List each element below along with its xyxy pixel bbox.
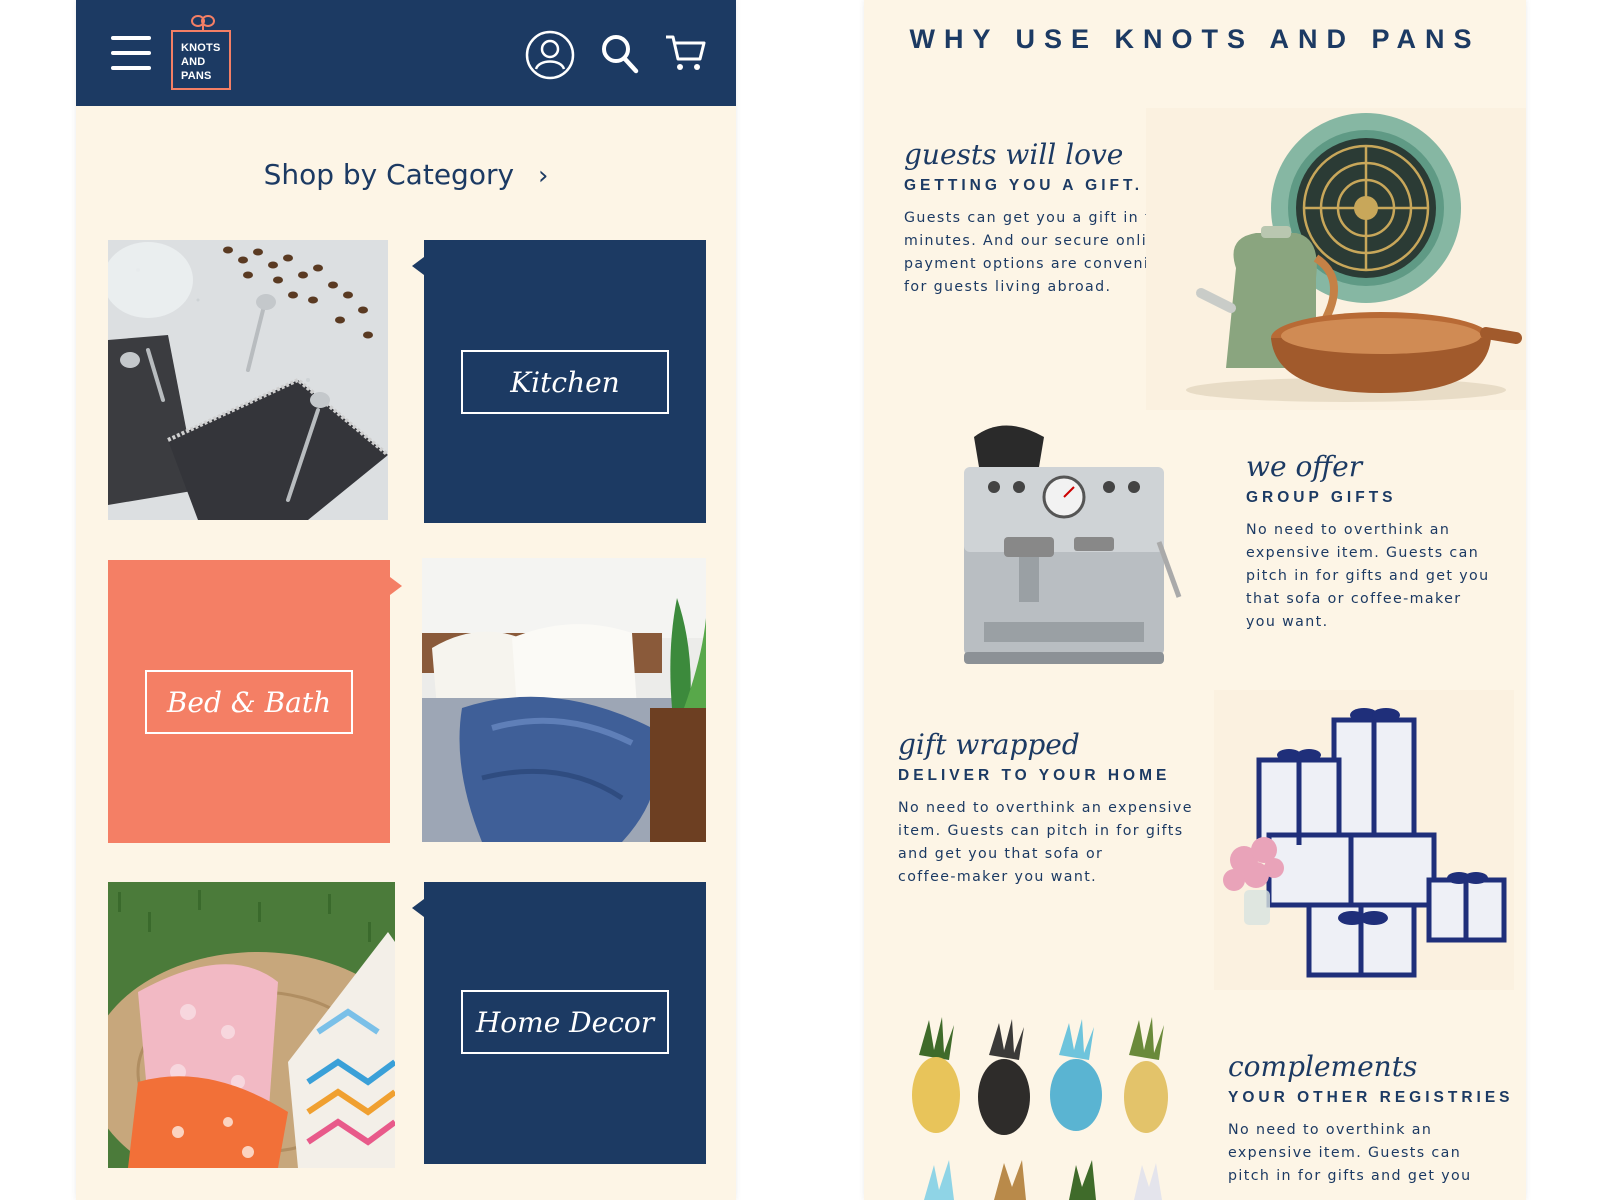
logo-line: KNOTS	[181, 42, 221, 54]
body-line: that sofa or coffee-maker	[1246, 591, 1462, 607]
body-line: for guests living abroad.	[904, 279, 1112, 295]
logo-line: AND	[181, 56, 206, 68]
logo-wordmark: KNOTS AND PANS	[181, 41, 221, 83]
feature-body: No need to overthink an expensive item. …	[898, 797, 1193, 889]
feature-gift-wrapped: gift wrapped DELIVER TO YOUR HOME No nee…	[898, 728, 1193, 889]
feature-body: No need to overthink an expensive item. …	[1246, 519, 1490, 634]
feature-body: No need to overthink an expensive item. …	[1228, 1119, 1514, 1188]
brand-logo[interactable]: KNOTS AND PANS	[171, 15, 231, 90]
body-line: pitch in for gifts and get you	[1246, 568, 1490, 584]
top-nav-bar: KNOTS AND PANS	[76, 0, 736, 106]
kitchen-category-label[interactable]: Kitchen	[461, 350, 669, 414]
shop-by-category-title: Shop by Category	[263, 158, 515, 191]
feature-guests-will-love: guests will love GETTING YOU A GIFT. Gue…	[904, 138, 1152, 299]
body-line: coffee-maker you want.	[898, 869, 1098, 885]
wrapped-gifts-photo	[1214, 690, 1514, 990]
body-line: payment options are conveni	[904, 256, 1150, 272]
body-line: Guests can get you a gift in t	[904, 210, 1152, 226]
bed-bath-category-tile[interactable]: Bed & Bath	[108, 560, 390, 843]
mobile-screen-shop: KNOTS AND PANS Shop by Category › Kitche…	[76, 0, 736, 1200]
search-icon[interactable]	[601, 34, 639, 74]
shopping-cart-icon[interactable]	[664, 33, 706, 73]
chevron-right-icon: ›	[538, 161, 549, 191]
feature-heading: GROUP GIFTS	[1246, 489, 1397, 506]
bow-icon	[191, 15, 215, 30]
body-line: No need to overthink an	[1246, 522, 1451, 538]
home-decor-category-label[interactable]: Home Decor	[461, 990, 669, 1054]
feature-script-title: complements	[1228, 1050, 1418, 1083]
feature-script-title: gift wrapped	[898, 728, 1080, 761]
pineapple-dishes-photo	[904, 1015, 1174, 1200]
body-line: expensive item. Guests can	[1228, 1145, 1462, 1161]
kitchen-appliances-photo	[1146, 108, 1526, 410]
feature-heading: DELIVER TO YOUR HOME	[898, 767, 1171, 784]
pillows-photo[interactable]	[108, 882, 395, 1168]
feature-heading: YOUR OTHER REGISTRIES	[1228, 1089, 1514, 1106]
feature-script-title: guests will love	[904, 138, 1124, 171]
body-line: pitch in for gifts and get you	[1228, 1168, 1472, 1184]
hamburger-menu-icon[interactable]	[111, 36, 151, 70]
body-line: No need to overthink an expensive	[898, 800, 1193, 816]
feature-group-gifts: we offer GROUP GIFTS No need to overthin…	[1246, 450, 1490, 634]
kitchen-photo[interactable]	[108, 240, 388, 520]
tile-pointer	[412, 257, 424, 275]
feature-heading: GETTING YOU A GIFT.	[904, 177, 1144, 194]
feature-script-title: we offer	[1246, 450, 1363, 483]
mobile-screen-why: WHY USE KNOTS AND PANS guests will love …	[864, 0, 1526, 1200]
tile-pointer	[412, 899, 424, 917]
shop-by-category-link[interactable]: Shop by Category ›	[76, 158, 736, 191]
bedroom-photo[interactable]	[422, 558, 706, 842]
body-line: you want.	[1246, 614, 1329, 630]
feature-body: Guests can get you a gift in t minutes. …	[904, 207, 1152, 299]
logo-line: PANS	[181, 70, 212, 82]
user-account-icon[interactable]	[525, 30, 575, 80]
body-line: minutes. And our secure onli	[904, 233, 1148, 249]
tile-pointer	[390, 577, 402, 595]
body-line: No need to overthink an	[1228, 1122, 1433, 1138]
body-line: item. Guests can pitch in for gifts	[898, 823, 1184, 839]
home-decor-category-tile[interactable]: Home Decor	[424, 882, 706, 1164]
body-line: and get you that sofa or	[898, 846, 1104, 862]
why-section-title: WHY USE KNOTS AND PANS	[909, 24, 1481, 54]
espresso-machine-photo	[944, 412, 1194, 684]
bed-bath-category-label[interactable]: Bed & Bath	[145, 670, 353, 734]
feature-complements: complements YOUR OTHER REGISTRIES No nee…	[1228, 1050, 1514, 1188]
kitchen-category-tile[interactable]: Kitchen	[424, 240, 706, 523]
body-line: expensive item. Guests can	[1246, 545, 1480, 561]
